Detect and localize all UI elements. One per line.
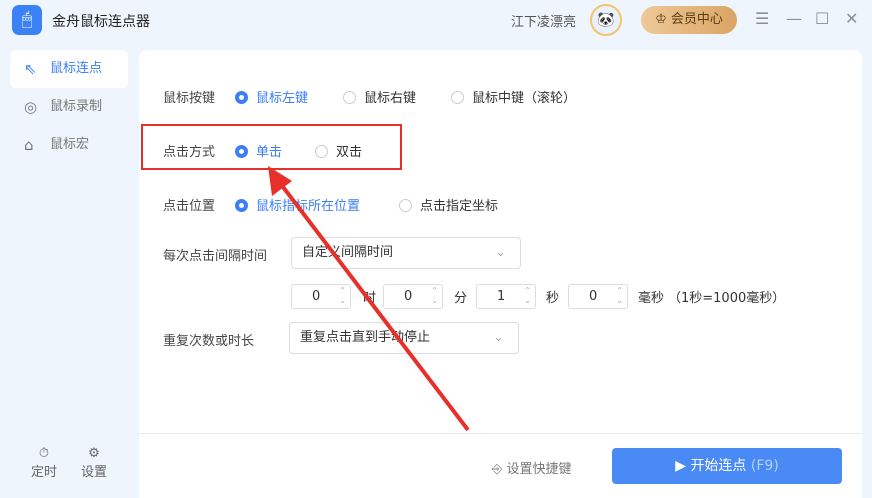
annotation-arrow [268,166,470,432]
